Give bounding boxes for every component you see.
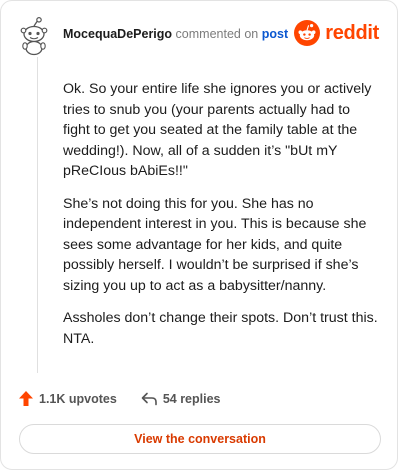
view-conversation-button[interactable]: View the conversation bbox=[19, 424, 381, 454]
comment-meta: 1.1K upvotes 54 replies bbox=[19, 391, 245, 406]
comment-body: Ok. So your entire life she ignores you … bbox=[63, 79, 379, 361]
reddit-wordmark: reddit bbox=[325, 21, 379, 44]
user-avatar-icon[interactable] bbox=[19, 17, 49, 57]
comment-paragraph: She’s not doing this for you. She has no… bbox=[63, 195, 367, 294]
comment-paragraph: Ok. So your entire life she ignores you … bbox=[63, 81, 372, 179]
replies-button[interactable]: 54 replies bbox=[141, 392, 221, 406]
reddit-brand[interactable]: reddit bbox=[294, 20, 379, 46]
upvotes-button[interactable]: 1.1K upvotes bbox=[19, 391, 117, 406]
comment-card: MocequaDePerigo commented on post reddit… bbox=[0, 0, 398, 470]
post-link[interactable]: post bbox=[262, 27, 288, 41]
action-text: commented on bbox=[175, 27, 259, 41]
thread-line bbox=[37, 57, 38, 373]
upvotes-count: 1.1K upvotes bbox=[39, 391, 117, 406]
reply-arrow-icon bbox=[141, 392, 157, 405]
reddit-alien-icon bbox=[294, 20, 321, 46]
comment-header: MocequaDePerigo commented on post bbox=[63, 27, 288, 41]
replies-count: 54 replies bbox=[162, 391, 221, 406]
username-link[interactable]: MocequaDePerigo bbox=[63, 27, 172, 41]
upvote-arrow-icon bbox=[19, 391, 33, 406]
comment-paragraph: Assholes don’t change their spots. Don’t… bbox=[63, 310, 378, 347]
